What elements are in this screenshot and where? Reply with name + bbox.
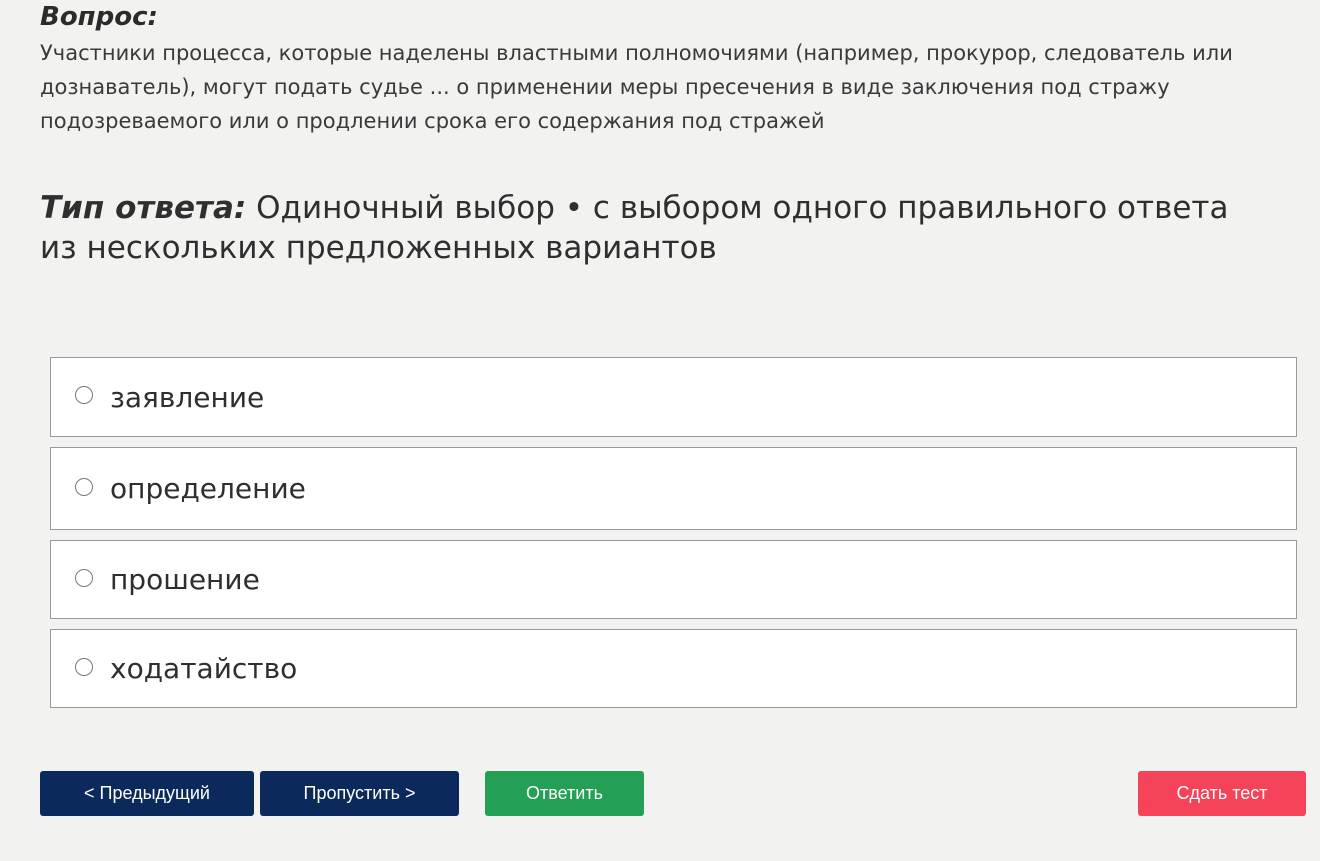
answer-option[interactable]: прошение (50, 540, 1297, 619)
answer-option[interactable]: ходатайство (50, 629, 1297, 708)
skip-button[interactable]: Пропустить > (260, 771, 459, 816)
answer-options: заявление определение прошение ходатайст… (50, 357, 1297, 708)
submit-test-button[interactable]: Сдать тест (1138, 771, 1306, 816)
answer-button[interactable]: Ответить (485, 771, 644, 816)
answer-option-label: ходатайство (110, 652, 298, 685)
question-text: Участники процесса, которые наделены вла… (40, 41, 1233, 133)
answer-option-label: прошение (110, 563, 260, 596)
previous-button[interactable]: < Предыдущий (40, 771, 254, 816)
answer-type: Тип ответа: Одиночный выбор • с выбором … (40, 188, 1240, 268)
question-heading: Вопрос: (40, 2, 158, 32)
answer-option-label: определение (110, 472, 306, 505)
answer-type-label: Тип ответа: (40, 190, 247, 226)
answer-option-label: заявление (110, 380, 265, 414)
answer-option[interactable]: определение (50, 447, 1297, 530)
radio-button-icon[interactable] (75, 657, 93, 676)
radio-button-icon[interactable] (75, 386, 93, 404)
radio-button-icon[interactable] (75, 477, 93, 496)
answer-option[interactable]: заявление (50, 357, 1297, 437)
radio-button-icon[interactable] (75, 568, 93, 587)
